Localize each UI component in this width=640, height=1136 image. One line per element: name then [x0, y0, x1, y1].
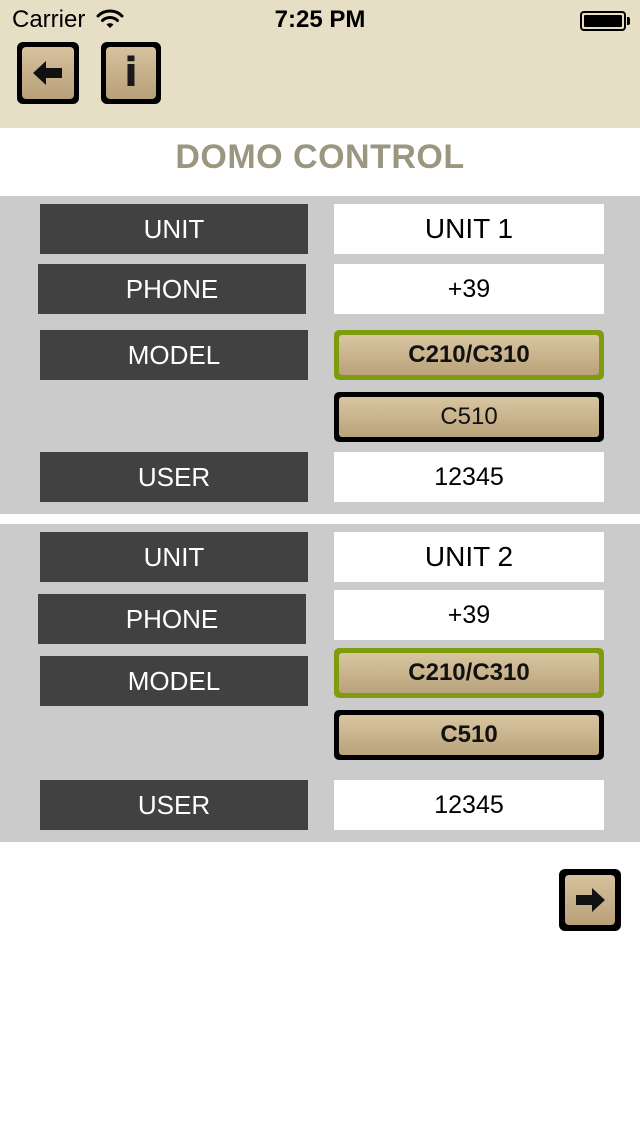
unit-name-field[interactable]: UNIT 2 — [334, 532, 604, 582]
user-field[interactable]: 12345 — [334, 780, 604, 830]
model-option-c210-c310[interactable]: C210/C310 — [334, 330, 604, 380]
user-field[interactable]: 12345 — [334, 452, 604, 502]
next-button[interactable] — [559, 869, 621, 931]
header-bar: Carrier 7:25 PM i — [0, 0, 640, 128]
unit-label: UNIT — [40, 532, 308, 582]
model-option-label: C210/C310 — [339, 335, 599, 375]
info-icon: i — [124, 50, 138, 96]
unit-1-section: UNIT UNIT 1 PHONE +39 MODEL C210/C310 C5… — [0, 196, 640, 514]
phone-label: PHONE — [38, 594, 306, 644]
model-option-c510[interactable]: C510 — [334, 710, 604, 760]
arrow-left-icon — [22, 47, 74, 99]
model-option-c210-c310[interactable]: C210/C310 — [334, 648, 604, 698]
title-bar: DOMO CONTROL — [0, 128, 640, 196]
model-option-label: C210/C310 — [339, 653, 599, 693]
clock: 7:25 PM — [274, 6, 366, 33]
unit-name-field[interactable]: UNIT 1 — [334, 204, 604, 254]
page-title: DOMO CONTROL — [175, 138, 465, 176]
phone-field[interactable]: +39 — [334, 590, 604, 640]
model-option-label: C510 — [339, 397, 599, 437]
status-bar: Carrier 7:25 PM — [0, 0, 640, 40]
user-label: USER — [40, 780, 308, 830]
battery-icon — [580, 11, 626, 31]
unit-2-section: UNIT UNIT 2 PHONE +39 MODEL C210/C310 C5… — [0, 524, 640, 842]
model-label: MODEL — [40, 330, 308, 380]
info-button[interactable]: i — [101, 42, 161, 104]
battery-tip — [627, 17, 630, 25]
arrow-right-icon — [565, 875, 615, 925]
phone-field[interactable]: +39 — [334, 264, 604, 314]
model-option-label: C510 — [339, 715, 599, 755]
user-label: USER — [40, 452, 308, 502]
phone-label: PHONE — [38, 264, 306, 314]
model-label: MODEL — [40, 656, 308, 706]
back-button[interactable] — [17, 42, 79, 104]
unit-label: UNIT — [40, 204, 308, 254]
model-option-c510[interactable]: C510 — [334, 392, 604, 442]
